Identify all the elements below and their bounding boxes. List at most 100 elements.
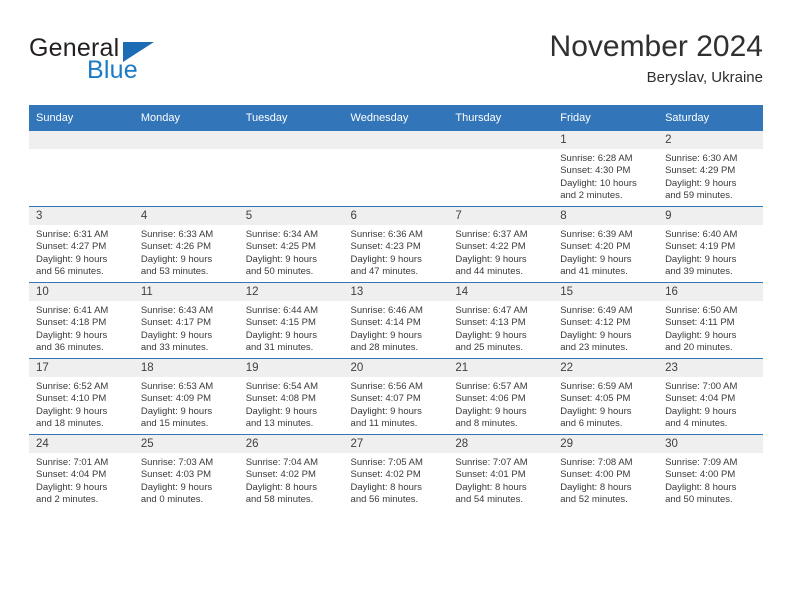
detail-daylight2: and 31 minutes. (245, 341, 314, 353)
day-cell-content: 12 Sunrise: 6:44 AM Sunset: 4:15 PM Dayligh… (238, 283, 344, 358)
calendar-day-cell[interactable]: 2 Sunrise: 6:30 AM Sunset: 4:29 PM Daylight… (658, 131, 763, 207)
calendar-day-cell[interactable]: 8 Sunrise: 6:39 AM Sunset: 4:20 PM Daylight… (553, 206, 659, 283)
detail-sunrise: Sunrise: 6:50 AM (665, 305, 738, 316)
day-cell-content: 22 Sunrise: 6:59 AM Sunset: 4:05 PM Dayligh… (553, 359, 659, 434)
detail-sunset: Sunset: 4:27 PM (36, 241, 107, 253)
detail-sunrise: Sunrise: 7:04 AM (245, 457, 319, 468)
calendar-day-cell[interactable]: 5 Sunrise: 6:34 AM Sunset: 4:25 PM Daylight… (238, 206, 344, 283)
detail-sunset: Sunset: 4:15 PM (245, 317, 316, 329)
page-header: General Blue November 2024 Beryslav, Ukr… (29, 30, 763, 92)
day-cell-content: 27 Sunrise: 7:05 AM Sunset: 4:02 PM Dayligh… (343, 435, 449, 510)
calendar-day-cell[interactable]: 29 Sunrise: 7:08 AM Sunset: 4:00 PM Dayligh… (553, 434, 659, 510)
day-number (238, 131, 344, 149)
calendar-day-cell[interactable]: 26 Sunrise: 7:04 AM Sunset: 4:02 PM Dayligh… (238, 434, 344, 510)
calendar-day-cell[interactable] (238, 131, 344, 207)
day-number: 27 (343, 435, 449, 453)
detail-daylight1: Daylight: 9 hours (245, 329, 317, 341)
calendar-week-row: 3 Sunrise: 6:31 AM Sunset: 4:27 PM Daylight… (29, 206, 763, 283)
calendar-day-cell[interactable]: 23 Sunrise: 7:00 AM Sunset: 4:04 PM Dayligh… (658, 358, 763, 435)
calendar-day-cell[interactable]: 9 Sunrise: 6:40 AM Sunset: 4:19 PM Daylight… (658, 206, 763, 283)
detail-daylight1: Daylight: 9 hours (455, 405, 527, 417)
calendar-day-cell[interactable]: 10 Sunrise: 6:41 AM Sunset: 4:18 PM Dayligh… (29, 282, 134, 359)
day-number: 15 (553, 283, 659, 301)
day-number: 24 (29, 435, 134, 453)
calendar-day-cell[interactable] (29, 131, 134, 207)
detail-daylight1: Daylight: 8 hours (455, 481, 527, 493)
calendar-day-cell[interactable]: 16 Sunrise: 6:50 AM Sunset: 4:11 PM Dayligh… (658, 282, 763, 359)
day-number: 13 (343, 283, 449, 301)
detail-daylight1: Daylight: 10 hours (560, 177, 637, 189)
calendar-day-cell[interactable]: 22 Sunrise: 6:59 AM Sunset: 4:05 PM Dayligh… (553, 358, 659, 435)
detail-daylight2: and 56 minutes. (36, 265, 104, 277)
calendar-day-cell[interactable]: 3 Sunrise: 6:31 AM Sunset: 4:27 PM Daylight… (29, 206, 134, 283)
detail-daylight2: and 52 minutes. (560, 493, 628, 505)
calendar-day-cell[interactable]: 7 Sunrise: 6:37 AM Sunset: 4:22 PM Daylight… (448, 206, 554, 283)
detail-sunset: Sunset: 4:00 PM (560, 469, 631, 481)
day-cell-content: 11 Sunrise: 6:43 AM Sunset: 4:17 PM Dayligh… (133, 283, 239, 358)
calendar-day-cell[interactable]: 17 Sunrise: 6:52 AM Sunset: 4:10 PM Dayligh… (29, 358, 134, 435)
calendar-day-cell[interactable]: 14 Sunrise: 6:47 AM Sunset: 4:13 PM Dayligh… (448, 282, 554, 359)
day-sun-details: Sunrise: 6:30 AM Sunset: 4:29 PM Daylight:… (658, 149, 763, 202)
calendar-day-cell[interactable] (343, 131, 449, 207)
day-sun-details: Sunrise: 6:59 AM Sunset: 4:05 PM Daylight:… (553, 377, 658, 430)
weekday-header-monday: Monday (133, 105, 239, 131)
detail-sunrise: Sunrise: 7:01 AM (36, 457, 109, 468)
calendar-day-cell[interactable]: 15 Sunrise: 6:49 AM Sunset: 4:12 PM Dayligh… (553, 282, 659, 359)
detail-sunset: Sunset: 4:11 PM (665, 317, 735, 329)
day-cell-content: 17 Sunrise: 6:52 AM Sunset: 4:10 PM Dayligh… (29, 359, 134, 434)
day-number: 9 (658, 207, 763, 225)
detail-daylight1: Daylight: 9 hours (560, 253, 632, 265)
day-sun-details: Sunrise: 6:50 AM Sunset: 4:11 PM Daylight:… (658, 301, 763, 354)
day-cell-content: 10 Sunrise: 6:41 AM Sunset: 4:18 PM Dayligh… (29, 283, 134, 358)
day-cell-content: 7 Sunrise: 6:37 AM Sunset: 4:22 PM Daylight… (448, 207, 554, 282)
detail-sunset: Sunset: 4:26 PM (140, 241, 212, 253)
calendar-day-cell[interactable]: 18 Sunrise: 6:53 AM Sunset: 4:09 PM Dayligh… (133, 358, 239, 435)
calendar-day-cell[interactable] (448, 131, 554, 207)
detail-daylight1: Daylight: 9 hours (665, 177, 737, 189)
detail-sunset: Sunset: 4:12 PM (560, 317, 631, 329)
calendar-day-cell[interactable]: 21 Sunrise: 6:57 AM Sunset: 4:06 PM Dayligh… (448, 358, 554, 435)
calendar-week-row: 24 Sunrise: 7:01 AM Sunset: 4:04 PM Dayligh… (29, 434, 763, 510)
day-cell-content: 28 Sunrise: 7:07 AM Sunset: 4:01 PM Dayligh… (448, 435, 554, 510)
detail-sunset: Sunset: 4:20 PM (560, 241, 631, 253)
day-number: 28 (448, 435, 554, 453)
weekday-header-sunday: Sunday (29, 105, 134, 131)
calendar-day-cell[interactable]: 24 Sunrise: 7:01 AM Sunset: 4:04 PM Dayligh… (29, 434, 134, 510)
detail-sunrise: Sunrise: 6:37 AM (455, 229, 528, 240)
detail-sunset: Sunset: 4:10 PM (36, 393, 107, 405)
day-sun-details: Sunrise: 6:57 AM Sunset: 4:06 PM Daylight:… (448, 377, 553, 430)
day-sun-details: Sunrise: 6:36 AM Sunset: 4:23 PM Daylight:… (344, 225, 449, 278)
day-cell-content: 3 Sunrise: 6:31 AM Sunset: 4:27 PM Daylight… (29, 207, 134, 282)
logo-text-blue: Blue (87, 56, 138, 84)
detail-sunrise: Sunrise: 6:34 AM (245, 229, 319, 240)
day-number: 6 (343, 207, 449, 225)
calendar-day-cell[interactable]: 11 Sunrise: 6:43 AM Sunset: 4:17 PM Dayligh… (133, 282, 239, 359)
calendar-day-cell[interactable]: 28 Sunrise: 7:07 AM Sunset: 4:01 PM Dayligh… (448, 434, 554, 510)
calendar-day-cell[interactable]: 6 Sunrise: 6:36 AM Sunset: 4:23 PM Daylight… (343, 206, 449, 283)
calendar-day-cell[interactable]: 27 Sunrise: 7:05 AM Sunset: 4:02 PM Dayligh… (343, 434, 449, 510)
detail-daylight1: Daylight: 9 hours (140, 329, 213, 341)
day-cell-content: 18 Sunrise: 6:53 AM Sunset: 4:09 PM Dayligh… (133, 359, 239, 434)
weekday-header-friday: Friday (553, 105, 659, 131)
day-cell-content: 15 Sunrise: 6:49 AM Sunset: 4:12 PM Dayligh… (553, 283, 659, 358)
day-cell-content: 14 Sunrise: 6:47 AM Sunset: 4:13 PM Dayligh… (448, 283, 554, 358)
calendar-day-cell[interactable]: 12 Sunrise: 6:44 AM Sunset: 4:15 PM Dayligh… (238, 282, 344, 359)
day-cell-content: 26 Sunrise: 7:04 AM Sunset: 4:02 PM Dayligh… (238, 435, 344, 510)
calendar-day-cell[interactable] (133, 131, 239, 207)
calendar-day-cell[interactable]: 19 Sunrise: 6:54 AM Sunset: 4:08 PM Dayligh… (238, 358, 344, 435)
detail-daylight2: and 2 minutes. (36, 493, 99, 505)
calendar-day-cell[interactable]: 30 Sunrise: 7:09 AM Sunset: 4:00 PM Dayligh… (658, 434, 763, 510)
detail-sunrise: Sunrise: 6:33 AM (140, 229, 214, 240)
calendar-day-cell[interactable]: 13 Sunrise: 6:46 AM Sunset: 4:14 PM Dayligh… (343, 282, 449, 359)
detail-daylight2: and 47 minutes. (350, 265, 419, 277)
detail-sunset: Sunset: 4:00 PM (665, 469, 736, 481)
calendar-day-cell[interactable]: 4 Sunrise: 6:33 AM Sunset: 4:26 PM Daylight… (133, 206, 239, 283)
detail-sunset: Sunset: 4:04 PM (665, 393, 736, 405)
calendar-day-cell[interactable]: 20 Sunrise: 6:56 AM Sunset: 4:07 PM Dayligh… (343, 358, 449, 435)
day-cell-content: 4 Sunrise: 6:33 AM Sunset: 4:26 PM Daylight… (133, 207, 239, 282)
calendar-day-cell[interactable]: 1 Sunrise: 6:28 AM Sunset: 4:30 PM Daylight… (553, 131, 659, 207)
general-blue-logo[interactable]: General Blue (29, 34, 249, 90)
detail-sunset: Sunset: 4:29 PM (665, 165, 736, 177)
calendar-day-cell[interactable]: 25 Sunrise: 7:03 AM Sunset: 4:03 PM Dayligh… (133, 434, 239, 510)
calendar-week-row: 10 Sunrise: 6:41 AM Sunset: 4:18 PM Dayligh… (29, 282, 763, 359)
